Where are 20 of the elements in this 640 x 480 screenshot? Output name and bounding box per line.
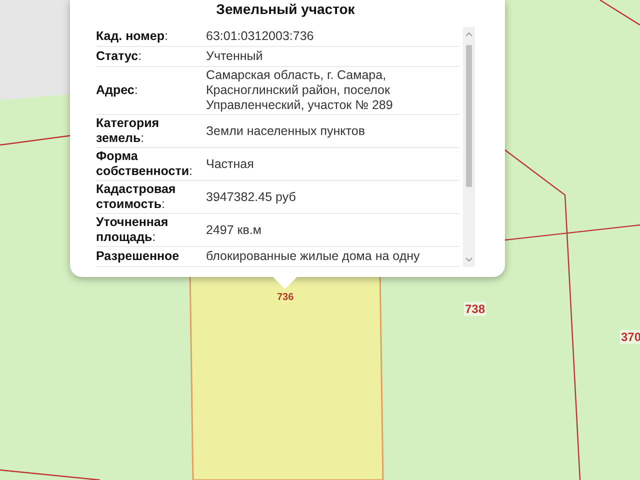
field-value: Учтенный — [206, 49, 263, 64]
field-label: Кад. номер: — [96, 29, 169, 44]
field-label: Форма собственности: — [96, 149, 194, 179]
field-label: Адрес: — [96, 83, 139, 98]
field-value: 3947382.45 руб — [206, 190, 296, 204]
popup-title: Земельный участок — [215, 0, 356, 19]
field-label: Кадастровая стоимость: — [96, 182, 177, 212]
scrollbar[interactable] — [463, 27, 475, 267]
field-label: Категория земель: — [96, 116, 160, 146]
field-value: Частная — [206, 156, 254, 172]
parcel-number: 738 — [464, 302, 486, 316]
parcel-number: 736 — [276, 292, 295, 303]
field-value: 63:01:0312003:736 — [206, 29, 314, 44]
field-label: Статус: — [96, 49, 143, 64]
field-value: Земли населенных пунктов — [206, 124, 365, 138]
field-value: Самарская область, г. Самара, Красноглинский район, поселок Управленческий, участок № 289 — [206, 68, 394, 113]
field-value: блокированные жилые дома на одну — [206, 249, 420, 264]
field-value: 2497 кв.м — [206, 222, 262, 238]
field-label: Уточненная площадь: — [96, 215, 170, 245]
field-label: Разрешенное — [96, 249, 180, 264]
